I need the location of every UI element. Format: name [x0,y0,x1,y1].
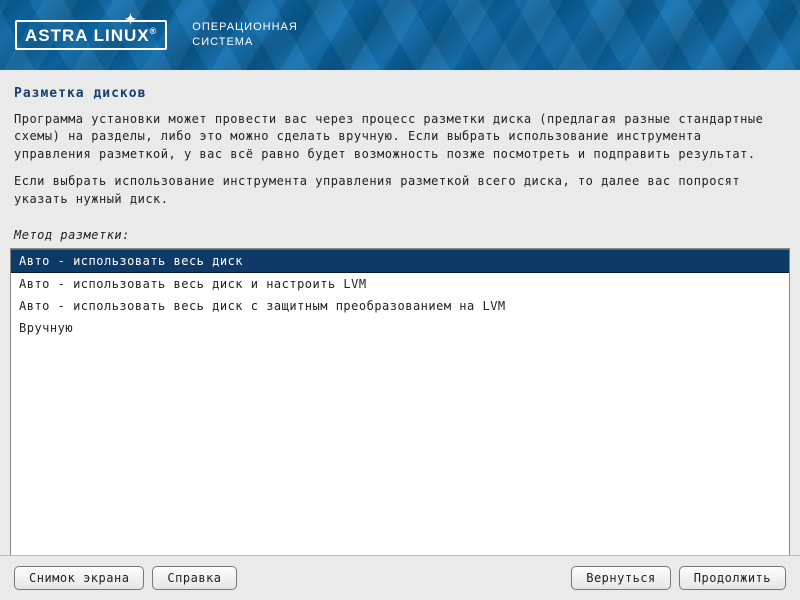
page-title: Разметка дисков [10,78,790,111]
screenshot-button[interactable]: Снимок экрана [14,566,144,590]
option-auto-whole-disk-lvm[interactable]: Авто - использовать весь диск и настроит… [11,273,789,295]
registered-mark: ® [150,26,158,36]
continue-button[interactable]: Продолжить [679,566,786,590]
description-paragraph-1: Программа установки может провести вас ч… [14,111,786,163]
main-content: Разметка дисков Программа установки може… [0,70,800,558]
option-manual[interactable]: Вручную [11,317,789,339]
star-icon: ✦ [125,11,138,28]
footer-toolbar: Снимок экрана Справка Вернуться Продолжи… [0,555,800,600]
back-button[interactable]: Вернуться [571,566,671,590]
help-button[interactable]: Справка [152,566,236,590]
subtitle-line-2: СИСТЕМА [192,35,298,50]
partitioning-method-list[interactable]: Авто - использовать весь диск Авто - исп… [10,248,790,558]
header-subtitle: ОПЕРАЦИОННАЯ СИСТЕМА [192,20,298,51]
option-auto-whole-disk[interactable]: Авто - использовать весь диск [11,249,789,273]
astra-linux-logo: ✦ ASTRA LINUX® [15,20,167,50]
logo-text: ASTRA LINUX [25,26,150,45]
method-label: Метод разметки: [10,226,790,246]
description-text: Программа установки может провести вас ч… [10,111,790,226]
installer-header: ✦ ASTRA LINUX® ОПЕРАЦИОННАЯ СИСТЕМА [0,0,800,70]
description-paragraph-2: Если выбрать использование инструмента у… [14,173,786,208]
subtitle-line-1: ОПЕРАЦИОННАЯ [192,20,298,35]
option-auto-whole-disk-encrypted-lvm[interactable]: Авто - использовать весь диск с защитным… [11,295,789,317]
